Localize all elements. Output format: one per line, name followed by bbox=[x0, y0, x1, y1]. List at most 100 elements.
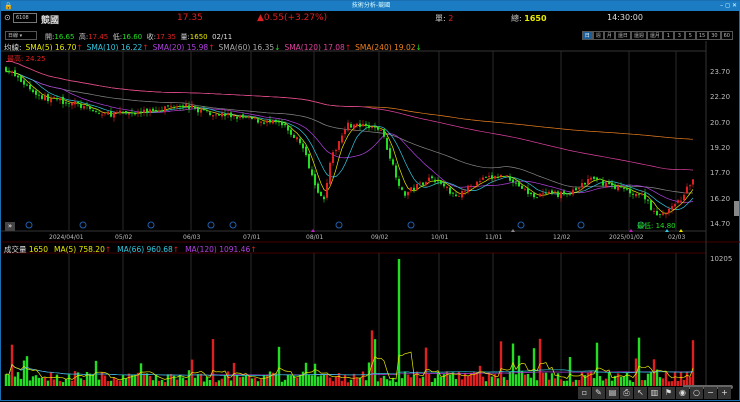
volume-bar bbox=[406, 374, 410, 386]
event-marker-icon bbox=[577, 221, 585, 229]
volume-bar bbox=[226, 371, 230, 386]
volume-bar bbox=[25, 356, 29, 386]
indicator-icon[interactable]: ⚑ bbox=[662, 387, 675, 399]
volume-bar bbox=[199, 373, 203, 386]
candle-body bbox=[464, 190, 466, 192]
candle-body bbox=[8, 70, 10, 73]
candle-body bbox=[590, 177, 592, 180]
volume-bar bbox=[283, 379, 287, 386]
volume-bar bbox=[40, 377, 44, 386]
candle-body bbox=[674, 204, 676, 207]
candle-body bbox=[389, 148, 391, 159]
candle-body bbox=[473, 186, 475, 188]
volume-bar bbox=[97, 379, 101, 386]
volume-bar bbox=[184, 380, 188, 386]
volume-bar bbox=[490, 376, 494, 386]
candle-body bbox=[539, 193, 541, 197]
candle-body bbox=[554, 191, 556, 193]
candle-body bbox=[176, 106, 178, 108]
price-axis-label: 23.70 bbox=[710, 68, 731, 76]
candle-body bbox=[182, 105, 184, 108]
volume-bar bbox=[616, 373, 620, 386]
cursor-icon[interactable]: ↖ bbox=[634, 387, 647, 399]
candle-body bbox=[644, 193, 646, 200]
candle-body bbox=[233, 115, 235, 117]
volume-bar bbox=[364, 380, 368, 386]
candle-body bbox=[179, 105, 181, 107]
candle-body bbox=[629, 188, 631, 194]
candle-body bbox=[350, 124, 352, 128]
volume-bar bbox=[301, 371, 305, 386]
eye-icon[interactable]: ◉ bbox=[676, 387, 689, 399]
volume-bar bbox=[355, 377, 359, 386]
candle-body bbox=[575, 188, 577, 191]
volume-bar bbox=[574, 379, 578, 386]
candle-body bbox=[170, 105, 172, 107]
volume-bar bbox=[247, 375, 251, 386]
volume-bar bbox=[370, 330, 374, 386]
volume-bar bbox=[22, 360, 26, 386]
volume-bar bbox=[418, 378, 422, 386]
volume-bar bbox=[664, 371, 668, 386]
volume-bar bbox=[400, 378, 404, 386]
candle-body bbox=[206, 110, 208, 112]
volume-bar bbox=[667, 381, 671, 386]
volume-bar bbox=[19, 378, 23, 386]
volume-label: 成交量 bbox=[4, 245, 27, 254]
volume-bar bbox=[79, 378, 83, 386]
candle-body bbox=[314, 174, 316, 186]
volume-bar bbox=[229, 380, 233, 386]
candle-body bbox=[470, 185, 472, 187]
draw-icon[interactable]: ✎ bbox=[592, 387, 605, 399]
volume-bar bbox=[535, 380, 539, 386]
expand-icon[interactable]: » bbox=[5, 222, 15, 231]
layout-icon[interactable]: ▥ bbox=[648, 387, 661, 399]
circle-icon[interactable]: ○ bbox=[690, 387, 703, 399]
zoom-out-icon[interactable]: − bbox=[704, 387, 717, 399]
candle-body bbox=[134, 113, 136, 115]
candle-body bbox=[278, 121, 280, 123]
candle-body bbox=[200, 109, 202, 113]
candle-body bbox=[53, 97, 55, 98]
volume-bar bbox=[385, 379, 389, 386]
volume-bar bbox=[331, 381, 335, 386]
print-icon[interactable]: ⎙ bbox=[620, 387, 633, 399]
volume-bar bbox=[166, 374, 170, 386]
candle-body bbox=[443, 183, 445, 187]
candle-body bbox=[194, 106, 196, 109]
note-icon[interactable]: ▤ bbox=[606, 387, 619, 399]
date-axis-label: 05/02 bbox=[115, 234, 133, 241]
candle-body bbox=[434, 179, 436, 183]
sma-10-line bbox=[5, 71, 694, 210]
volume-bar bbox=[205, 376, 209, 386]
price-axis-label: 17.70 bbox=[710, 169, 731, 178]
candle-body bbox=[656, 210, 658, 216]
candle-body bbox=[257, 119, 259, 123]
volume-bar bbox=[430, 381, 434, 386]
zoom-in-icon[interactable]: + bbox=[718, 387, 731, 399]
volume-bar bbox=[601, 380, 605, 386]
pin-icon[interactable]: ▫ bbox=[578, 387, 591, 399]
volume-bar bbox=[547, 379, 551, 386]
candle-body bbox=[80, 103, 82, 108]
date-axis-label: 2025/01/02 bbox=[609, 234, 644, 241]
candle-body bbox=[248, 116, 250, 118]
volume-bar bbox=[124, 378, 128, 386]
candle-body bbox=[56, 98, 58, 100]
candle-body bbox=[32, 89, 34, 93]
candle-body bbox=[578, 187, 580, 190]
candle-body bbox=[431, 176, 433, 179]
sma-5-line bbox=[5, 71, 694, 214]
candlestick-chart[interactable] bbox=[1, 1, 740, 402]
volume-bar bbox=[181, 377, 185, 386]
volume-bar bbox=[316, 376, 320, 386]
price-scrollbar[interactable] bbox=[734, 201, 739, 216]
candle-body bbox=[173, 107, 175, 109]
candle-body bbox=[479, 180, 481, 183]
volume-bar bbox=[481, 376, 485, 386]
candle-body bbox=[23, 80, 25, 85]
candle-body bbox=[506, 175, 508, 177]
candle-body bbox=[533, 193, 535, 198]
candle-body bbox=[380, 130, 382, 131]
candle-body bbox=[410, 187, 412, 192]
